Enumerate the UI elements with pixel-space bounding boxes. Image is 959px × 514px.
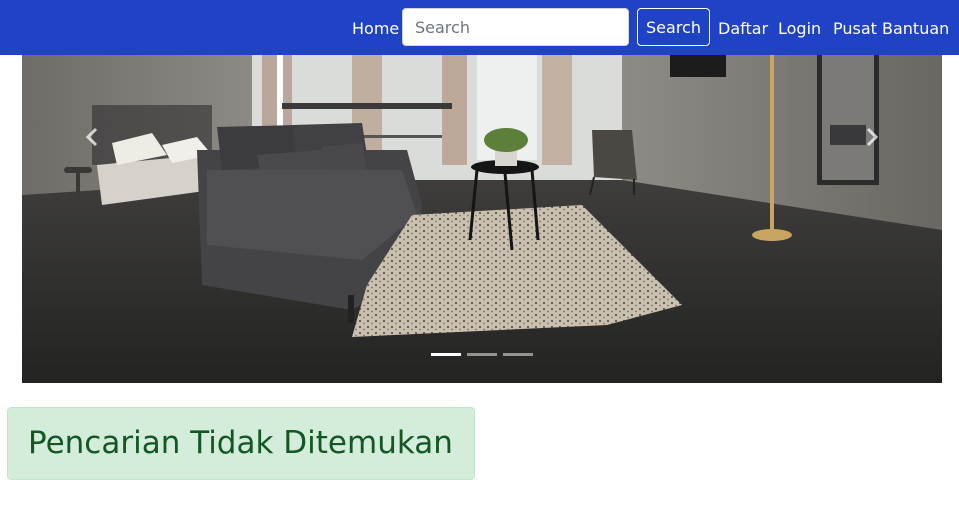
navbar: Home Search Daftar Login Pusat Bantuan <box>0 0 959 55</box>
search-result-alert: Pencarian Tidak Ditemukan <box>7 407 475 480</box>
chevron-left-icon <box>85 127 98 147</box>
nav-login-link[interactable]: Login <box>778 0 821 55</box>
carousel-slide-image <box>22 55 942 383</box>
search-input[interactable] <box>402 8 629 46</box>
nav-home-link[interactable]: Home <box>352 0 399 55</box>
carousel-prev-control[interactable] <box>74 117 110 157</box>
carousel-indicator-3[interactable] <box>503 353 533 356</box>
carousel-indicators <box>431 353 541 359</box>
carousel-next-control[interactable] <box>854 117 890 157</box>
chevron-right-icon <box>866 127 879 147</box>
nav-register-link[interactable]: Daftar <box>718 0 768 55</box>
image-carousel[interactable] <box>22 55 942 383</box>
search-button[interactable]: Search <box>637 8 710 46</box>
carousel-indicator-2[interactable] <box>467 353 497 356</box>
carousel-indicator-1[interactable] <box>431 353 461 356</box>
alert-message: Pencarian Tidak Ditemukan <box>28 425 453 461</box>
nav-help-link[interactable]: Pusat Bantuan <box>833 0 949 55</box>
